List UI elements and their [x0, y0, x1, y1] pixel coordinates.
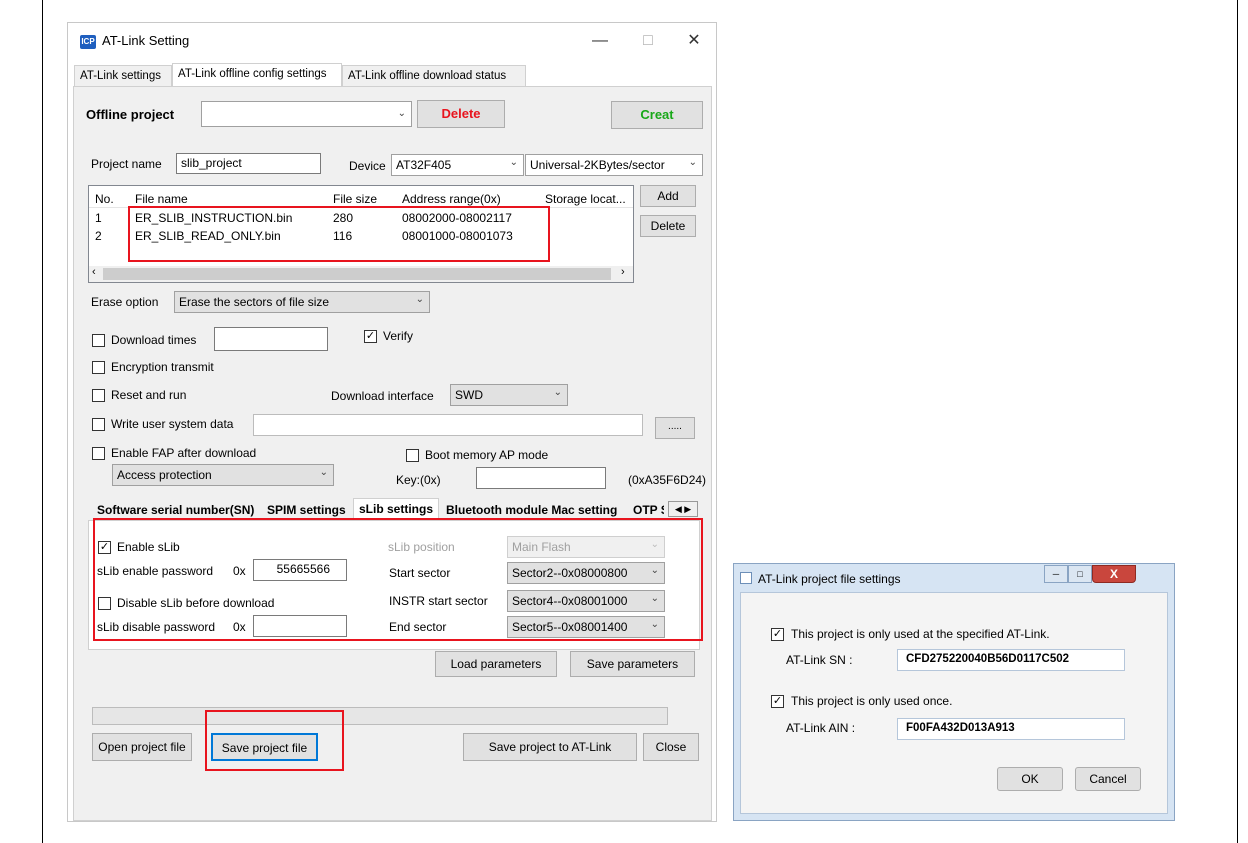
erase-option-label: Erase option: [91, 295, 159, 309]
download-times-label: Download times: [111, 333, 197, 347]
download-interface-select[interactable]: SWD ⌄: [450, 384, 568, 406]
chevron-down-icon: ⌄: [553, 387, 562, 398]
key-hint: (0xA35F6D24): [628, 473, 707, 487]
reset-and-run-checkbox[interactable]: [92, 389, 105, 402]
project-name-label: Project name: [91, 157, 162, 171]
col-storage-location: Storage locat...: [545, 192, 626, 206]
annotation-file-list-highlight: [128, 206, 550, 262]
offline-project-select[interactable]: ⌄: [201, 101, 412, 127]
browse-button[interactable]: .....: [655, 417, 695, 439]
boot-memory-ap-checkbox[interactable]: [406, 449, 419, 462]
delete-file-button[interactable]: Delete: [640, 215, 696, 237]
download-interface-label: Download interface: [331, 389, 434, 403]
key-input[interactable]: [476, 467, 606, 489]
project-file-settings-dialog: AT-Link project file settings ─ □ X ✓ Th…: [733, 563, 1175, 821]
tab-offline-download-status[interactable]: AT-Link offline download status: [342, 65, 526, 87]
enable-fap-label: Enable FAP after download: [111, 446, 257, 460]
cell-no: 2: [95, 229, 102, 243]
title-bar: ICP AT-Link Setting — □ ✕: [68, 23, 716, 59]
add-file-button[interactable]: Add: [640, 185, 696, 207]
encryption-transmit-checkbox[interactable]: [92, 361, 105, 374]
main-tabs: AT-Link settings AT-Link offline config …: [68, 63, 716, 87]
col-file-size: File size: [333, 192, 378, 206]
at-link-sn-label: AT-Link SN :: [786, 653, 853, 667]
open-project-file-button[interactable]: Open project file: [92, 733, 192, 761]
key-label: Key:(0x): [396, 473, 441, 487]
ok-button[interactable]: OK: [997, 767, 1063, 791]
col-no: No.: [95, 192, 114, 206]
used-once-checkbox[interactable]: ✓: [771, 695, 784, 708]
device-select[interactable]: AT32F405 ⌄: [391, 154, 524, 176]
dialog-close-icon[interactable]: X: [1092, 565, 1136, 583]
dialog-body: ✓ This project is only used at the speci…: [740, 592, 1168, 814]
subtab-slib-settings[interactable]: sLib settings: [353, 498, 440, 520]
annotation-slib-settings-highlight: [93, 518, 703, 641]
subtab-software-serial-number[interactable]: Software serial number(SN): [92, 500, 259, 520]
save-parameters-button[interactable]: Save parameters: [570, 651, 695, 677]
cancel-button[interactable]: Cancel: [1075, 767, 1141, 791]
download-times-checkbox[interactable]: [92, 334, 105, 347]
cell-no: 1: [95, 211, 102, 225]
dialog-minimize-icon[interactable]: ─: [1044, 565, 1068, 583]
delete-project-button[interactable]: Delete: [417, 100, 505, 128]
scroll-thumb[interactable]: [103, 268, 611, 280]
chevron-down-icon: ⌄: [397, 108, 406, 119]
subtab-spim-settings[interactable]: SPIM settings: [262, 500, 351, 520]
tab-at-link-settings[interactable]: AT-Link settings: [74, 65, 172, 87]
save-project-to-atlink-button[interactable]: Save project to AT-Link: [463, 733, 637, 761]
chevron-down-icon: ⌄: [415, 294, 424, 305]
specified-at-link-label: This project is only used at the specifi…: [791, 627, 1050, 641]
specified-at-link-checkbox[interactable]: ✓: [771, 628, 784, 641]
frame-left-border: [42, 0, 43, 843]
col-file-name: File name: [135, 192, 188, 206]
chevron-down-icon: ⌄: [319, 467, 328, 478]
offline-config-page: Offline project ⌄ Delete Creat Project n…: [73, 86, 712, 821]
offline-project-label: Offline project: [86, 107, 175, 122]
verify-checkbox[interactable]: ✓: [364, 330, 377, 343]
close-icon[interactable]: ✕: [680, 29, 708, 53]
scroll-left-icon[interactable]: ‹: [92, 266, 96, 278]
at-link-ain-input[interactable]: F00FA432D013A913: [897, 718, 1125, 740]
erase-option-select[interactable]: Erase the sectors of file size ⌄: [174, 291, 430, 313]
subtab-otp[interactable]: OTP S: [628, 500, 664, 520]
dialog-title: AT-Link project file settings: [758, 572, 901, 586]
download-times-input[interactable]: [214, 327, 328, 351]
dialog-app-icon: [740, 572, 752, 584]
window-title: AT-Link Setting: [102, 33, 190, 48]
scroll-right-icon[interactable]: ›: [621, 266, 625, 278]
creat-project-button[interactable]: Creat: [611, 101, 703, 129]
at-link-ain-label: AT-Link AIN :: [786, 721, 856, 735]
reset-and-run-label: Reset and run: [111, 388, 187, 402]
tab-offline-config-settings[interactable]: AT-Link offline config settings: [172, 63, 342, 87]
chevron-down-icon: ⌄: [509, 157, 518, 168]
project-name-input[interactable]: slib_project: [176, 153, 321, 174]
subtab-bluetooth-mac[interactable]: Bluetooth module Mac setting: [441, 500, 622, 520]
subtab-scroll-arrows[interactable]: ◀ ▶: [668, 501, 698, 517]
minimize-icon[interactable]: —: [586, 29, 614, 53]
frame-right-border: [1237, 0, 1238, 843]
write-user-system-data-checkbox[interactable]: [92, 418, 105, 431]
icp-app-icon: ICP: [80, 35, 96, 49]
used-once-label: This project is only used once.: [791, 694, 953, 708]
sector-size-select[interactable]: Universal-2KBytes/sector ⌄: [525, 154, 703, 176]
dialog-maximize-icon[interactable]: □: [1068, 565, 1092, 583]
device-label: Device: [349, 159, 386, 173]
encryption-transmit-label: Encryption transmit: [111, 360, 214, 374]
boot-memory-ap-label: Boot memory AP mode: [425, 448, 549, 462]
progress-bar: [92, 707, 668, 725]
annotation-save-project-highlight: [205, 710, 344, 771]
verify-label: Verify: [383, 329, 414, 343]
chevron-down-icon: ⌄: [688, 157, 697, 168]
col-address-range: Address range(0x): [402, 192, 501, 206]
enable-fap-checkbox[interactable]: [92, 447, 105, 460]
horizontal-scrollbar[interactable]: ‹ ›: [89, 266, 633, 282]
user-system-data-path-input[interactable]: [253, 414, 643, 436]
at-link-setting-window: ICP AT-Link Setting — □ ✕ AT-Link settin…: [67, 22, 717, 822]
access-protection-select[interactable]: Access protection ⌄: [112, 464, 334, 486]
at-link-sn-input[interactable]: CFD275220040B56D0117C502: [897, 649, 1125, 671]
close-button[interactable]: Close: [643, 733, 699, 761]
write-user-system-data-label: Write user system data: [111, 417, 234, 431]
load-parameters-button[interactable]: Load parameters: [435, 651, 557, 677]
maximize-icon[interactable]: □: [634, 29, 662, 53]
